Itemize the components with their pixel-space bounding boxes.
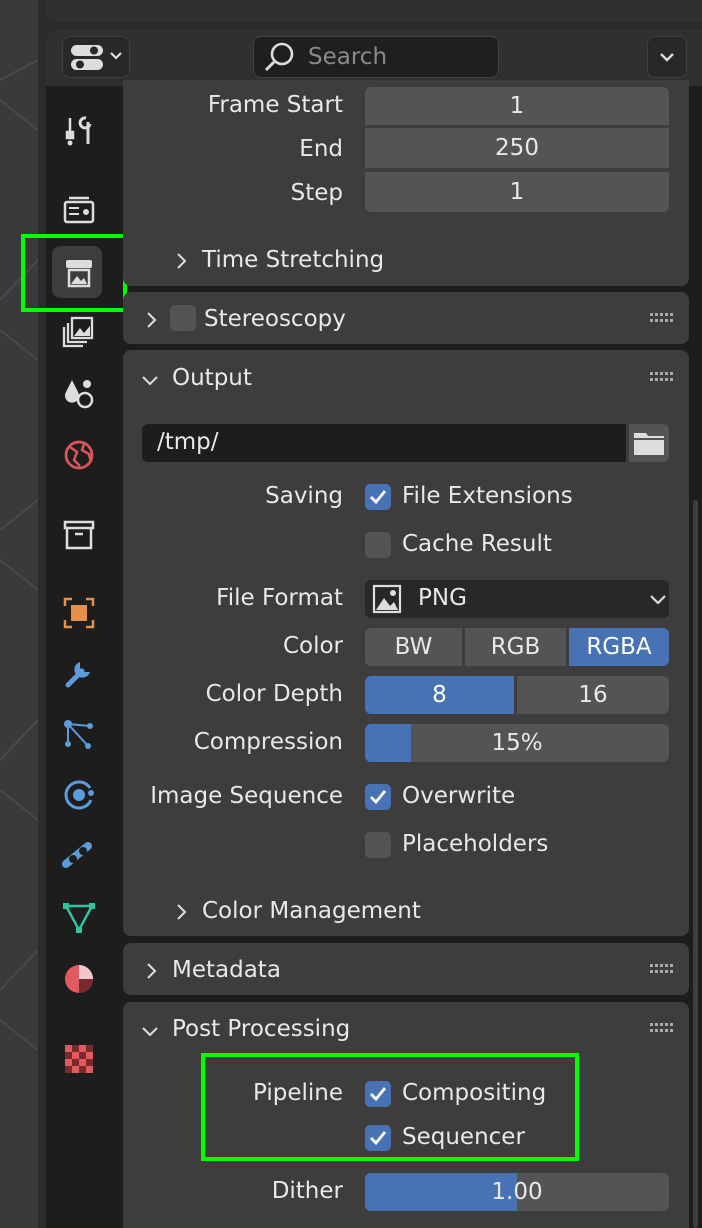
frame-start-label: Frame Start (207, 92, 343, 118)
editor-type-button[interactable] (62, 36, 130, 78)
browse-folder-button[interactable] (629, 424, 669, 462)
cache-result-checkbox[interactable] (365, 532, 391, 558)
world-icon[interactable] (62, 438, 96, 472)
search-input[interactable]: Search (253, 36, 499, 78)
image-sequence-label: Image Sequence (150, 783, 343, 809)
frame-end-field[interactable]: 250 (365, 128, 669, 168)
chevron-right-icon[interactable] (172, 902, 192, 922)
scrollbar[interactable] (693, 500, 698, 1228)
metadata-panel-title[interactable]: Metadata (172, 957, 281, 983)
frame-end-label: End (299, 136, 343, 162)
particles-icon[interactable] (62, 718, 96, 752)
color-depth-label: Color Depth (205, 681, 343, 707)
color-label: Color (282, 633, 343, 659)
file-extensions-label[interactable]: File Extensions (402, 483, 573, 509)
dither-slider[interactable]: 1.00 (365, 1173, 669, 1211)
color-rgb-option[interactable]: RGB (465, 628, 566, 666)
texture-icon[interactable] (62, 1042, 96, 1076)
chevron-right-icon[interactable] (172, 251, 192, 271)
pipeline-highlight (201, 1053, 579, 1161)
view-layer-icon[interactable] (62, 314, 96, 348)
placeholders-checkbox[interactable] (365, 832, 391, 858)
overwrite-checkbox[interactable] (365, 784, 391, 810)
material-icon[interactable] (62, 962, 96, 996)
overwrite-label[interactable]: Overwrite (402, 783, 515, 809)
output-path-text: /tmp/ (157, 429, 219, 455)
viewport-edge[interactable] (0, 0, 38, 1228)
color-depth-16-option[interactable]: 16 (517, 676, 669, 714)
compression-label: Compression (193, 729, 343, 755)
file-format-label: File Format (216, 585, 343, 611)
folder-icon (634, 433, 664, 455)
time-stretching-subpanel-header[interactable]: Time Stretching (202, 247, 384, 273)
color-management-subpanel-header[interactable]: Color Management (202, 898, 421, 924)
drag-handle-icon[interactable] (650, 1022, 674, 1034)
checkmark-icon (370, 490, 387, 505)
chevron-right-icon[interactable] (142, 310, 162, 330)
scene-icon[interactable] (62, 376, 96, 410)
file-format-dropdown[interactable]: PNG (365, 580, 669, 618)
saving-label: Saving (265, 483, 343, 509)
stereoscopy-label: Stereoscopy (204, 306, 346, 332)
placeholders-label[interactable]: Placeholders (402, 831, 548, 857)
viewport-grid-lines (0, 59, 38, 1051)
search-placeholder: Search (308, 44, 388, 70)
compression-value: 15% (491, 730, 543, 756)
chevron-down-icon (650, 595, 666, 605)
dither-label: Dither (271, 1178, 343, 1204)
search-icon (264, 42, 294, 72)
tool-icon[interactable] (62, 114, 96, 148)
cache-result-label[interactable]: Cache Result (402, 531, 552, 557)
color-depth-8-option[interactable]: 8 (365, 676, 514, 714)
dither-value: 1.00 (491, 1179, 543, 1205)
collection-icon[interactable] (62, 518, 96, 552)
constraints-icon[interactable] (62, 840, 96, 874)
color-bw-option[interactable]: BW (365, 628, 462, 666)
chevron-down-icon[interactable] (140, 371, 160, 391)
options-dropdown-button[interactable] (647, 36, 687, 78)
frame-start-field[interactable]: 1 (365, 87, 669, 125)
chevron-right-icon[interactable] (142, 961, 162, 981)
frame-step-field[interactable]: 1 (365, 172, 669, 212)
chevron-down-icon (110, 52, 122, 60)
render-icon[interactable] (62, 192, 96, 226)
drag-handle-icon[interactable] (650, 963, 674, 975)
drag-handle-icon[interactable] (650, 312, 674, 324)
compression-slider[interactable]: 15% (365, 724, 669, 762)
frame-step-label: Step (290, 180, 343, 206)
output-tab-highlight (21, 234, 127, 312)
output-path-field[interactable]: /tmp/ (142, 424, 626, 462)
chevron-down-icon (660, 53, 674, 62)
post-processing-panel-title[interactable]: Post Processing (172, 1016, 350, 1042)
stereoscopy-checkbox[interactable] (170, 305, 196, 331)
previous-editor-footer (46, 0, 702, 22)
data-icon[interactable] (62, 900, 96, 934)
modifier-icon[interactable] (62, 656, 96, 690)
checkmark-icon (370, 790, 387, 805)
image-file-icon (372, 584, 402, 614)
drag-handle-icon[interactable] (650, 371, 674, 383)
file-extensions-checkbox[interactable] (365, 484, 391, 510)
color-rgba-option[interactable]: RGBA (569, 628, 669, 666)
file-format-value: PNG (418, 585, 467, 611)
chevron-down-icon[interactable] (140, 1022, 160, 1042)
physics-icon[interactable] (62, 778, 96, 812)
object-icon[interactable] (62, 596, 96, 630)
output-panel-title[interactable]: Output (172, 365, 252, 391)
properties-editor-icon (71, 45, 122, 70)
